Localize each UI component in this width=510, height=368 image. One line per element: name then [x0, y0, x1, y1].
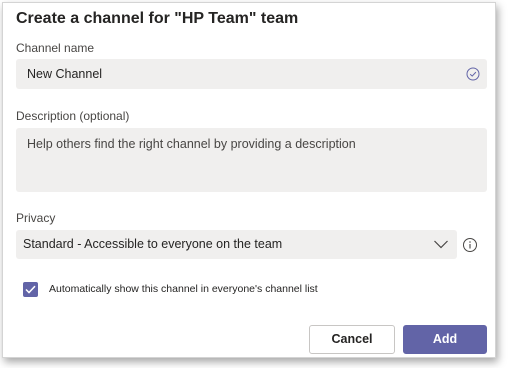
add-button[interactable]: Add [403, 325, 487, 354]
create-channel-dialog: Create a channel for "HP Team" team Chan… [2, 2, 496, 358]
privacy-label: Privacy [16, 211, 56, 225]
privacy-selected-value: Standard - Accessible to everyone on the… [23, 237, 283, 251]
info-icon[interactable] [462, 237, 478, 253]
description-textarea[interactable] [16, 128, 487, 192]
channel-name-label: Channel name [16, 41, 95, 55]
checkmark-icon [25, 285, 36, 294]
chevron-down-icon [434, 240, 448, 249]
dialog-title: Create a channel for "HP Team" team [16, 10, 299, 27]
cancel-button[interactable]: Cancel [309, 325, 395, 354]
auto-show-checkbox[interactable] [23, 282, 38, 297]
check-circle-icon [466, 67, 480, 81]
channel-name-field-container [16, 59, 487, 89]
channel-name-input[interactable] [16, 59, 487, 89]
description-field-container [16, 128, 487, 192]
auto-show-checkbox-label[interactable]: Automatically show this channel in every… [49, 283, 318, 295]
description-label: Description (optional) [16, 109, 130, 123]
privacy-dropdown[interactable]: Standard - Accessible to everyone on the… [16, 230, 457, 259]
